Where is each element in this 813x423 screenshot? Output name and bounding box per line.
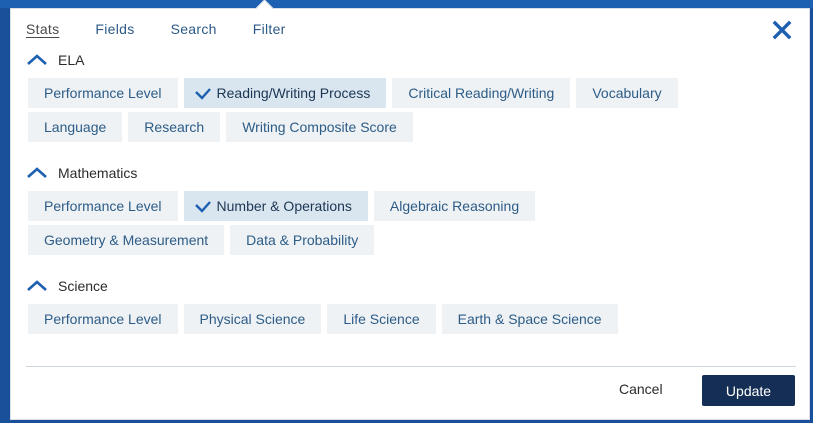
chip-row: Performance Level Physical Science Life … <box>28 304 624 334</box>
section-mathematics-header[interactable]: Mathematics <box>26 164 137 182</box>
chip-earth-space-science[interactable]: Earth & Space Science <box>441 304 618 334</box>
chip-life-science[interactable]: Life Science <box>327 304 436 334</box>
section-title: Mathematics <box>58 165 138 181</box>
section-title: Science <box>58 278 108 294</box>
chip-label: Number & Operations <box>216 198 352 214</box>
tab-stats[interactable]: Stats <box>26 21 59 37</box>
mathematics-chip-group: Performance Level Number & Operations Al… <box>28 191 541 259</box>
chip-performance-level[interactable]: Performance Level <box>28 78 178 108</box>
section-mathematics: Mathematics <box>26 164 137 182</box>
stats-popover-panel: Stats Fields Search Filter ELA Performan… <box>10 0 810 420</box>
section-science-header[interactable]: Science <box>26 277 108 295</box>
section-title: ELA <box>58 52 85 68</box>
chevron-up-icon <box>27 54 47 65</box>
chip-label: Critical Reading/Writing <box>408 85 555 101</box>
chip-label: Physical Science <box>199 311 306 327</box>
checkmark-icon <box>194 88 211 100</box>
cancel-button[interactable]: Cancel <box>619 381 663 397</box>
footer-divider <box>26 366 796 367</box>
chip-research[interactable]: Research <box>128 112 221 142</box>
chip-algebraic-reasoning[interactable]: Algebraic Reasoning <box>373 191 536 221</box>
chip-language[interactable]: Language <box>28 112 123 142</box>
chip-label: Performance Level <box>44 85 162 101</box>
checkmark-icon <box>194 201 211 213</box>
chip-label: Writing Composite Score <box>242 119 397 135</box>
chevron-up-icon <box>27 280 47 291</box>
chip-geometry-measurement[interactable]: Geometry & Measurement <box>28 225 225 255</box>
chip-label: Research <box>144 119 205 135</box>
section-science: Science <box>26 277 108 295</box>
tab-fields[interactable]: Fields <box>95 21 134 37</box>
tab-filter[interactable]: Filter <box>253 21 286 37</box>
chip-number-operations[interactable]: Number & Operations <box>183 191 368 221</box>
chip-row: Language Research Writing Composite Scor… <box>28 112 684 142</box>
chip-row: Performance Level Number & Operations Al… <box>28 191 541 221</box>
chip-row: Performance Level Reading/Writing Proces… <box>28 78 684 108</box>
chip-performance-level[interactable]: Performance Level <box>28 191 178 221</box>
chip-label: Algebraic Reasoning <box>389 198 520 214</box>
chip-label: Vocabulary <box>592 85 662 101</box>
close-button[interactable] <box>771 19 793 41</box>
section-ela: ELA <box>26 51 84 69</box>
chip-performance-level[interactable]: Performance Level <box>28 304 178 334</box>
chip-label: Data & Probability <box>246 232 359 248</box>
chip-data-probability[interactable]: Data & Probability <box>230 225 375 255</box>
chip-label: Life Science <box>343 311 420 327</box>
chip-label: Earth & Space Science <box>457 311 602 327</box>
chip-row: Geometry & Measurement Data & Probabilit… <box>28 225 541 255</box>
update-button[interactable]: Update <box>702 375 795 406</box>
chip-critical-reading-writing[interactable]: Critical Reading/Writing <box>392 78 571 108</box>
chip-label: Performance Level <box>44 198 162 214</box>
science-chip-group: Performance Level Physical Science Life … <box>28 304 624 338</box>
close-icon <box>772 20 792 40</box>
chip-label: Performance Level <box>44 311 162 327</box>
chip-writing-composite-score[interactable]: Writing Composite Score <box>226 112 413 142</box>
chip-label: Reading/Writing Process <box>216 85 371 101</box>
chip-label: Geometry & Measurement <box>44 232 209 248</box>
chip-physical-science[interactable]: Physical Science <box>183 304 322 334</box>
chip-vocabulary[interactable]: Vocabulary <box>576 78 678 108</box>
tab-bar: Stats Fields Search Filter <box>26 21 322 37</box>
chip-label: Language <box>44 119 107 135</box>
chip-reading-writing-process[interactable]: Reading/Writing Process <box>183 78 387 108</box>
tab-search[interactable]: Search <box>171 21 217 37</box>
section-ela-header[interactable]: ELA <box>26 51 84 69</box>
chevron-up-icon <box>27 167 47 178</box>
ela-chip-group: Performance Level Reading/Writing Proces… <box>28 78 684 146</box>
top-border-strip <box>0 0 813 8</box>
